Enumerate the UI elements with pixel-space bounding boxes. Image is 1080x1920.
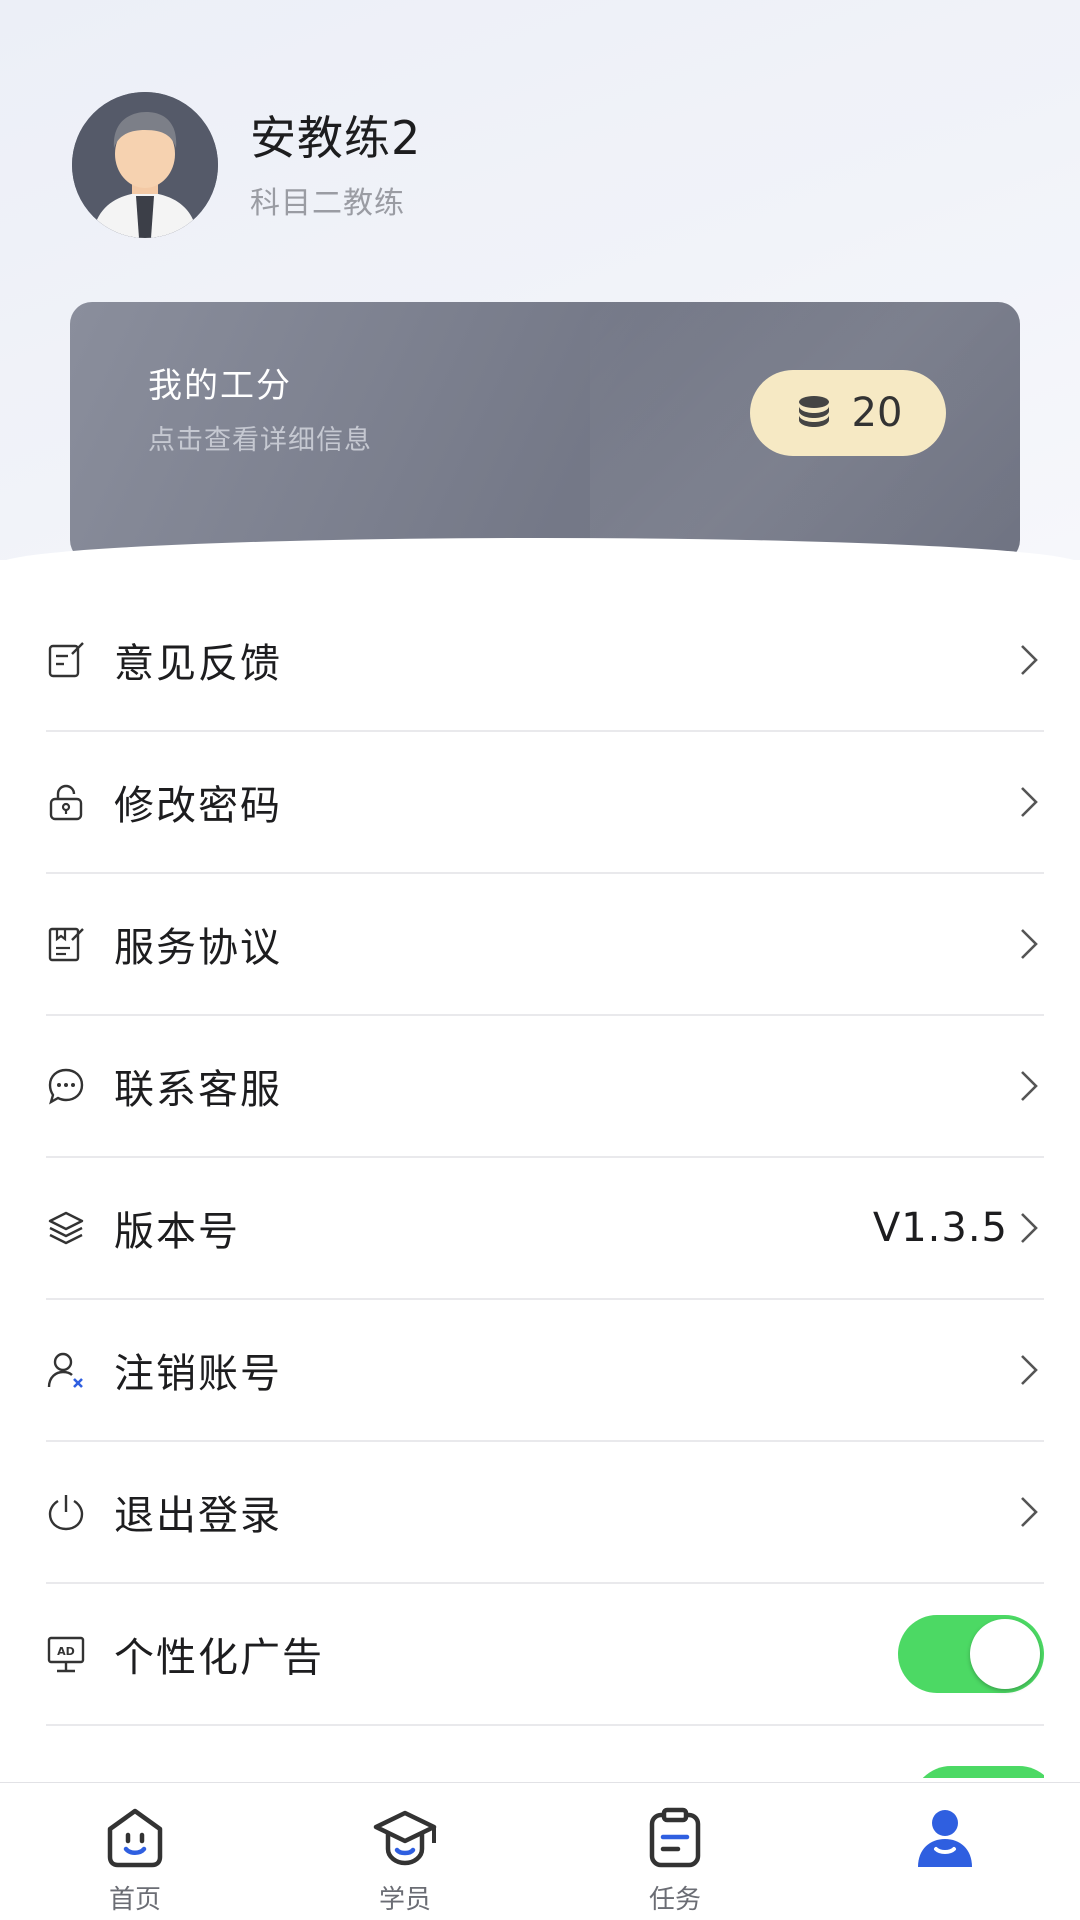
menu-label: 修改密码 <box>114 783 282 829</box>
tab-students[interactable]: 学员 <box>270 1783 540 1920</box>
power-icon <box>46 1492 86 1532</box>
layers-icon <box>46 1208 86 1248</box>
menu-label: 联系客服 <box>114 1067 282 1113</box>
menu-item-change-password[interactable]: 修改密码 <box>46 732 1044 874</box>
partial-toggle[interactable] <box>912 1766 1044 1778</box>
menu-label: 版本号 <box>114 1209 240 1255</box>
feedback-edit-icon <box>46 640 86 680</box>
chevron-right-icon <box>1021 787 1038 817</box>
chevron-right-icon <box>1021 645 1038 675</box>
points-title: 我的工分 <box>148 366 292 406</box>
clipboard-icon <box>649 1807 701 1868</box>
chevron-right-icon <box>1021 1355 1038 1385</box>
menu-label: 意见反馈 <box>114 641 282 687</box>
points-card[interactable]: 我的工分 点击查看详细信息 20 <box>70 302 1020 562</box>
user-name: 安教练2 <box>250 111 422 165</box>
user-role: 科目二教练 <box>250 186 405 221</box>
menu-label: 个性化广告 <box>114 1635 324 1681</box>
graduation-cap-icon <box>373 1810 437 1866</box>
ads-toggle[interactable] <box>898 1615 1044 1693</box>
tab-profile[interactable] <box>810 1783 1080 1920</box>
tab-label: 任务 <box>648 1885 701 1915</box>
menu-label: 服务协议 <box>114 925 282 971</box>
points-badge[interactable]: 20 <box>750 370 946 456</box>
menu-item-delete-account[interactable]: 注销账号 <box>46 1300 1044 1442</box>
tab-tasks[interactable]: 任务 <box>540 1783 810 1920</box>
menu-label: 注销账号 <box>114 1351 282 1397</box>
svg-text:AD: AD <box>57 1645 75 1658</box>
tab-home[interactable]: 首页 <box>0 1783 270 1920</box>
menu-item-version[interactable]: 版本号 V1.3.5 <box>46 1158 1044 1300</box>
menu-item-feedback[interactable]: 意见反馈 <box>46 590 1044 732</box>
menu-item-personalized-ads[interactable]: AD 个性化广告 <box>46 1584 1044 1726</box>
user-remove-icon <box>46 1350 86 1390</box>
chevron-right-icon <box>1021 929 1038 959</box>
menu-label: 退出登录 <box>114 1493 282 1539</box>
document-edit-icon <box>46 924 86 964</box>
bottom-tab-bar: 首页 学员 任务 <box>0 1782 1080 1920</box>
chevron-right-icon <box>1021 1071 1038 1101</box>
lock-icon <box>46 782 86 822</box>
home-face-icon <box>107 1808 163 1868</box>
coin-stack-icon <box>798 396 829 427</box>
ad-board-icon: AD <box>46 1634 86 1674</box>
partially-visible-row <box>46 1738 1044 1778</box>
chevron-right-icon <box>1021 1497 1038 1527</box>
chevron-right-icon <box>1021 1213 1038 1243</box>
tab-label: 首页 <box>108 1885 161 1915</box>
avatar[interactable] <box>72 92 218 238</box>
avatar-person-icon <box>72 92 218 238</box>
points-value: 20 <box>851 390 903 436</box>
toggle-knob <box>970 1619 1040 1689</box>
menu-item-contact-support[interactable]: 联系客服 <box>46 1016 1044 1158</box>
menu-item-logout[interactable]: 退出登录 <box>46 1442 1044 1584</box>
chat-bubble-icon <box>46 1066 86 1106</box>
profile-person-icon <box>918 1810 972 1867</box>
points-subtitle: 点击查看详细信息 <box>148 425 372 456</box>
version-value: V1.3.5 <box>872 1205 1008 1251</box>
menu-item-service-agreement[interactable]: 服务协议 <box>46 874 1044 1016</box>
tab-label: 学员 <box>378 1885 431 1915</box>
